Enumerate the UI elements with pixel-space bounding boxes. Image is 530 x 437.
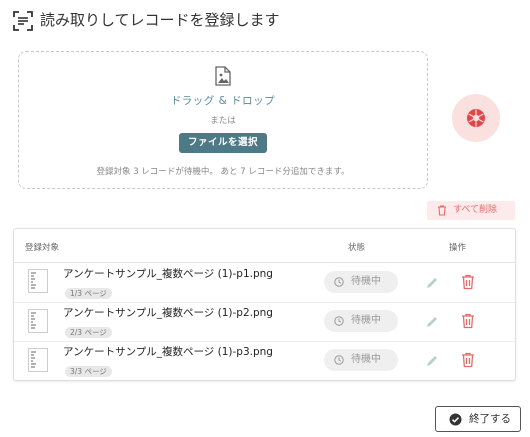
thumbnail-image [28, 309, 48, 333]
edit-icon[interactable] [425, 276, 439, 290]
clock-icon [334, 355, 344, 365]
edit-icon[interactable] [425, 315, 439, 329]
image-file-icon [215, 66, 231, 86]
status-label: 待機中 [351, 276, 381, 287]
row-divider [14, 302, 515, 303]
file-name: アンケートサンプル_複数ページ (1)-p1.png [63, 268, 273, 280]
delete-all-button[interactable]: すべて削除 [427, 201, 515, 220]
scan-document-icon [13, 11, 33, 31]
page-badge: 3/3 ページ [65, 366, 112, 377]
delete-all-label: すべて削除 [453, 205, 498, 215]
page-title: 読み取りしてレコードを登録します [40, 11, 280, 29]
finish-label: 終了する [469, 413, 511, 425]
drag-drop-label: ドラッグ & ドロップ [170, 95, 276, 107]
or-label: または [210, 116, 236, 126]
thumbnail-image [28, 348, 48, 372]
delete-row-icon[interactable] [461, 313, 475, 329]
finish-button[interactable]: 終了する [435, 406, 521, 432]
page-badge: 1/3 ページ [65, 288, 112, 299]
camera-shutter-icon [467, 109, 485, 127]
clock-icon [334, 316, 344, 326]
row-divider [14, 341, 515, 342]
column-header-target: 登録対象 [25, 243, 60, 253]
column-header-action: 操作 [449, 243, 467, 253]
status-pill: 待機中 [324, 271, 398, 293]
header-divider [14, 262, 515, 263]
status-pill: 待機中 [324, 349, 398, 371]
trash-icon [438, 205, 446, 216]
check-circle-icon [449, 413, 462, 426]
file-name: アンケートサンプル_複数ページ (1)-p3.png [63, 346, 273, 358]
clock-icon [334, 277, 344, 287]
queue-status-text: 登録対象 3 レコードが待機中。 あと 7 レコード分追加できます。 [96, 167, 350, 177]
file-name: アンケートサンプル_複数ページ (1)-p2.png [63, 307, 273, 319]
edit-icon[interactable] [425, 354, 439, 368]
column-header-status: 状態 [348, 243, 366, 253]
status-label: 待機中 [351, 315, 381, 326]
select-file-button[interactable]: ファイルを選択 [179, 133, 267, 153]
delete-row-icon[interactable] [461, 274, 475, 290]
status-pill: 待機中 [324, 310, 398, 332]
page-badge: 2/3 ページ [65, 327, 112, 338]
thumbnail-image [28, 269, 48, 293]
delete-row-icon[interactable] [461, 352, 475, 368]
status-label: 待機中 [351, 354, 381, 365]
